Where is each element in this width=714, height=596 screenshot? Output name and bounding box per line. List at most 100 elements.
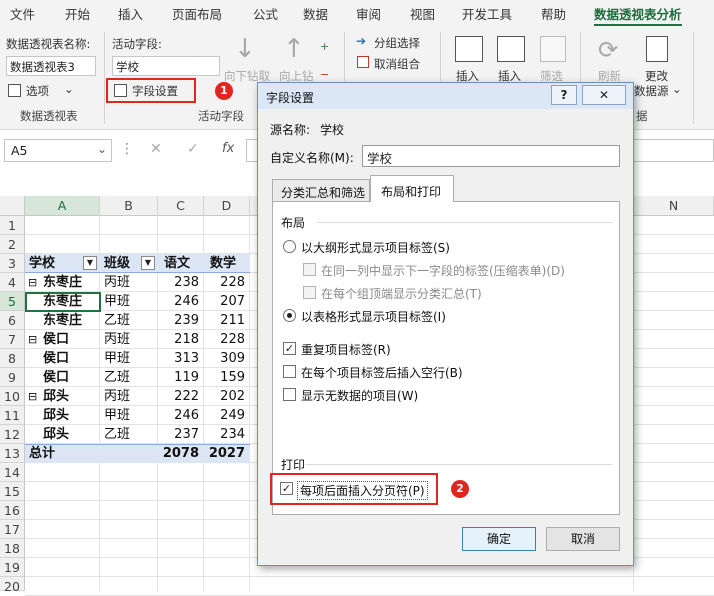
tab-page-layout[interactable]: 页面布局 xyxy=(172,4,222,23)
pivot-cell-school[interactable]: 邱头 xyxy=(43,387,69,406)
pivot-cell-math[interactable]: 159 xyxy=(204,368,250,387)
pivot-cell-class[interactable]: 甲班 xyxy=(104,349,130,368)
pivot-cell-class[interactable]: 乙班 xyxy=(104,311,130,330)
collapse-field-icon[interactable]: − xyxy=(320,68,329,81)
column-header-b[interactable]: B xyxy=(100,196,158,216)
name-box[interactable]: A5 ⌄ xyxy=(4,139,112,162)
row-header[interactable]: 4 xyxy=(0,273,25,292)
tab-data[interactable]: 数据 xyxy=(303,4,328,23)
options-button[interactable]: 选项 ⌄ xyxy=(8,82,88,102)
cancel-icon[interactable]: ✕ xyxy=(150,141,162,157)
tab-home[interactable]: 开始 xyxy=(65,4,90,23)
pivot-cell-school[interactable]: 邱头 xyxy=(43,406,69,425)
row-header[interactable]: 2 xyxy=(0,235,25,254)
row-header[interactable]: 10 xyxy=(0,387,25,406)
pivot-cell-math[interactable]: 249 xyxy=(204,406,250,425)
collapse-icon[interactable]: ⊟ xyxy=(28,273,37,292)
tab-review[interactable]: 审阅 xyxy=(356,4,381,23)
pivot-cell-school[interactable]: 侯口 xyxy=(43,368,69,387)
pivot-cell-chinese[interactable]: 222 xyxy=(158,387,204,406)
pivot-cell-chinese[interactable]: 238 xyxy=(158,273,204,292)
pivot-cell-school[interactable]: 东枣庄 xyxy=(43,273,82,292)
tab-view[interactable]: 视图 xyxy=(410,4,435,23)
page-break-checkbox[interactable]: ✓ xyxy=(280,482,293,495)
pivot-cell-chinese[interactable]: 218 xyxy=(158,330,204,349)
cancel-button[interactable]: 取消 xyxy=(546,527,620,551)
row-header[interactable]: 12 xyxy=(0,425,25,444)
row-header[interactable]: 14 xyxy=(0,463,25,482)
select-all-corner[interactable] xyxy=(0,196,25,216)
row-header[interactable]: 7 xyxy=(0,330,25,349)
outline-form-radio[interactable] xyxy=(283,240,296,253)
blank-line-checkbox[interactable] xyxy=(283,365,296,378)
row-header[interactable]: 8 xyxy=(0,349,25,368)
pivot-cell-math[interactable]: 228 xyxy=(204,273,250,292)
pivot-cell-class[interactable]: 丙班 xyxy=(104,273,130,292)
pivot-cell-chinese[interactable]: 237 xyxy=(158,425,204,444)
column-header-c[interactable]: C xyxy=(158,196,204,216)
row-header[interactable]: 5 xyxy=(0,292,25,311)
pivot-total-math[interactable]: 2027 xyxy=(204,444,250,463)
tab-pivot-analyze[interactable]: 数据透视表分析 xyxy=(594,4,682,27)
row-header[interactable]: 9 xyxy=(0,368,25,387)
pivot-cell-math[interactable]: 202 xyxy=(204,387,250,406)
row-header[interactable]: 19 xyxy=(0,558,25,577)
tab-insert[interactable]: 插入 xyxy=(118,4,143,23)
pivot-cell-school[interactable]: 东枣庄 xyxy=(43,311,82,330)
pivot-cell-math[interactable]: 211 xyxy=(204,311,250,330)
pivot-name-input[interactable]: 数据透视表3 xyxy=(6,56,96,76)
enter-icon[interactable]: ✓ xyxy=(187,141,199,157)
filter-dropdown-icon[interactable]: ▼ xyxy=(141,256,155,270)
pivot-cell-math[interactable]: 228 xyxy=(204,330,250,349)
tab-subtotals-filters[interactable]: 分类汇总和筛选 xyxy=(272,179,370,201)
function-icon[interactable]: fx xyxy=(222,141,234,156)
pivot-cell-class[interactable]: 乙班 xyxy=(104,425,130,444)
row-header[interactable]: 3 xyxy=(0,254,25,273)
tabular-form-radio[interactable] xyxy=(283,309,296,322)
field-settings-button[interactable]: 字段设置 xyxy=(112,82,192,100)
filter-dropdown-icon[interactable]: ▼ xyxy=(83,256,97,270)
pivot-cell-math[interactable]: 309 xyxy=(204,349,250,368)
row-header[interactable]: 16 xyxy=(0,501,25,520)
compact-form-checkbox[interactable] xyxy=(303,263,316,276)
pivot-cell-chinese[interactable]: 119 xyxy=(158,368,204,387)
ungroup-button[interactable]: 取消组合 xyxy=(374,56,420,72)
row-header[interactable]: 11 xyxy=(0,406,25,425)
custom-name-input[interactable]: 学校 xyxy=(362,145,620,167)
row-header[interactable]: 1 xyxy=(0,216,25,235)
pivot-cell-chinese[interactable]: 246 xyxy=(158,292,204,311)
pivot-cell-school[interactable]: 邱头 xyxy=(43,425,69,444)
subtotal-top-checkbox[interactable] xyxy=(303,286,316,299)
help-button[interactable]: ? xyxy=(551,85,577,105)
pivot-cell-chinese[interactable]: 246 xyxy=(158,406,204,425)
tab-formulas[interactable]: 公式 xyxy=(253,4,278,23)
row-header[interactable]: 6 xyxy=(0,311,25,330)
ok-button[interactable]: 确定 xyxy=(462,527,536,551)
pivot-cell-math[interactable]: 207 xyxy=(204,292,250,311)
tab-file[interactable]: 文件 xyxy=(10,4,35,23)
pivot-cell-school[interactable]: 侯口 xyxy=(43,349,69,368)
row-header[interactable]: 13 xyxy=(0,444,25,463)
tab-help[interactable]: 帮助 xyxy=(541,4,566,23)
pivot-cell-class[interactable]: 乙班 xyxy=(104,368,130,387)
pivot-total-chinese[interactable]: 2078 xyxy=(158,444,204,463)
close-button[interactable]: ✕ xyxy=(582,85,626,105)
tab-developer[interactable]: 开发工具 xyxy=(462,4,512,23)
row-header[interactable]: 17 xyxy=(0,520,25,539)
show-no-data-checkbox[interactable] xyxy=(283,388,296,401)
pivot-cell-class[interactable]: 丙班 xyxy=(104,330,130,349)
pivot-cell-math[interactable]: 234 xyxy=(204,425,250,444)
column-header-d[interactable]: D xyxy=(204,196,250,216)
repeat-labels-checkbox[interactable]: ✓ xyxy=(283,342,296,355)
pivot-cell-school[interactable]: 侯口 xyxy=(43,330,69,349)
tab-layout-print[interactable]: 布局和打印 xyxy=(370,175,454,202)
group-selection-button[interactable]: 分组选择 xyxy=(374,35,420,51)
column-header-a[interactable]: A xyxy=(25,196,100,216)
row-header[interactable]: 15 xyxy=(0,482,25,501)
pivot-cell-class[interactable]: 丙班 xyxy=(104,387,130,406)
pivot-cell-chinese[interactable]: 239 xyxy=(158,311,204,330)
row-header[interactable]: 18 xyxy=(0,539,25,558)
expand-field-icon[interactable]: + xyxy=(320,40,329,53)
pivot-cell-class[interactable]: 甲班 xyxy=(104,292,130,311)
active-field-input[interactable]: 学校 xyxy=(112,56,220,76)
